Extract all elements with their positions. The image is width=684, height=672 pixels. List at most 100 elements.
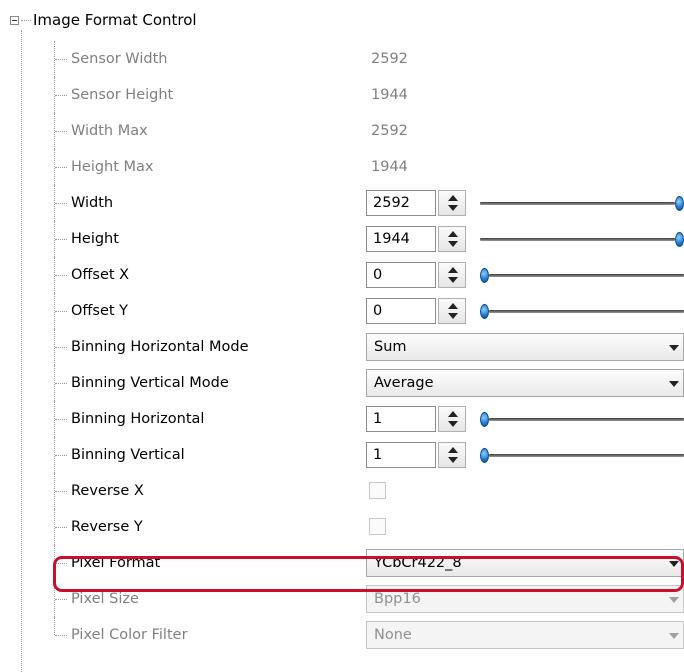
chevron-down-icon[interactable] <box>669 561 679 567</box>
dropdown-value: YCbCr422_8 <box>374 555 462 571</box>
pixel-color-filter-dropdown[interactable]: None <box>366 621 684 649</box>
spinner-buttons[interactable] <box>438 442 466 468</box>
spin-down-icon[interactable] <box>448 457 458 463</box>
spin-up-icon[interactable] <box>448 411 458 417</box>
chevron-down-icon[interactable] <box>669 597 679 603</box>
property-label: Reverse X <box>71 483 144 499</box>
spinner-buttons[interactable] <box>438 190 466 216</box>
property-value: 1944 <box>371 87 408 103</box>
slider-track[interactable] <box>489 418 684 421</box>
minus-box-icon[interactable] <box>10 15 19 25</box>
tree-connector <box>55 383 67 384</box>
tree-connector <box>55 239 67 240</box>
property-value: 2592 <box>371 51 408 67</box>
slider-track[interactable] <box>489 274 684 277</box>
spinner-buttons[interactable] <box>438 406 466 432</box>
spin-down-icon[interactable] <box>448 421 458 427</box>
property-label: Pixel Format <box>71 555 161 571</box>
property-label: Sensor Width <box>71 51 168 67</box>
property-label: Reverse Y <box>71 519 143 535</box>
spin-up-icon[interactable] <box>448 303 458 309</box>
property-row-height[interactable]: Height 1944 <box>0 221 684 257</box>
property-label: Pixel Size <box>71 591 139 607</box>
binning-vertical-input[interactable]: 1 <box>366 442 436 468</box>
spin-down-icon[interactable] <box>448 205 458 211</box>
property-label: Sensor Height <box>71 87 174 103</box>
spinner-buttons[interactable] <box>438 262 466 288</box>
spin-down-icon[interactable] <box>448 241 458 247</box>
slider-knob[interactable] <box>480 412 489 427</box>
property-row-binning-vertical-mode[interactable]: Binning Vertical Mode Average <box>0 365 684 401</box>
reverse-x-checkbox[interactable] <box>369 482 386 499</box>
tree-connector <box>55 599 67 600</box>
property-row-pixel-size[interactable]: Pixel Size Bpp16 <box>0 581 684 617</box>
slider-track[interactable] <box>480 238 675 241</box>
property-label: Width <box>71 195 114 211</box>
property-row-sensor-height[interactable]: Sensor Height 1944 <box>0 77 684 113</box>
tree-connector <box>55 203 67 204</box>
dropdown-value: Sum <box>374 339 407 355</box>
slider-knob[interactable] <box>480 448 489 463</box>
width-input[interactable]: 2592 <box>366 190 436 216</box>
property-label: Width Max <box>71 123 148 139</box>
height-input[interactable]: 1944 <box>366 226 436 252</box>
slider-knob[interactable] <box>675 196 684 211</box>
property-value: 1944 <box>371 159 408 175</box>
tree-node-image-format-control[interactable]: Image Format Control <box>10 6 197 34</box>
chevron-down-icon[interactable] <box>669 633 679 639</box>
slider-knob[interactable] <box>480 304 489 319</box>
slider-track[interactable] <box>489 454 684 457</box>
property-label: Height <box>71 231 119 247</box>
offset-x-input[interactable]: 0 <box>366 262 436 288</box>
property-row-reverse-y[interactable]: Reverse Y <box>0 509 684 545</box>
property-label: Pixel Color Filter <box>71 627 188 643</box>
binning-horizontal-input[interactable]: 1 <box>366 406 436 432</box>
spin-up-icon[interactable] <box>448 267 458 273</box>
chevron-down-icon[interactable] <box>669 381 679 387</box>
tree-node-label: Image Format Control <box>33 11 197 29</box>
tree-connector <box>55 455 67 456</box>
tree-connector <box>55 275 67 276</box>
spin-up-icon[interactable] <box>448 231 458 237</box>
slider-knob[interactable] <box>480 268 489 283</box>
tree-connector <box>55 563 67 564</box>
property-row-offset-x[interactable]: Offset X 0 <box>0 257 684 293</box>
pixel-size-dropdown[interactable]: Bpp16 <box>366 585 684 613</box>
spin-up-icon[interactable] <box>448 447 458 453</box>
property-label: Height Max <box>71 159 154 175</box>
property-row-offset-y[interactable]: Offset Y 0 <box>0 293 684 329</box>
property-row-binning-horizontal[interactable]: Binning Horizontal 1 <box>0 401 684 437</box>
slider-knob[interactable] <box>675 232 684 247</box>
reverse-y-checkbox[interactable] <box>369 518 386 535</box>
tree-connector <box>55 95 67 96</box>
tree-connector <box>55 167 67 168</box>
property-label: Binning Horizontal <box>71 411 205 427</box>
binning-vertical-mode-dropdown[interactable]: Average <box>366 369 684 397</box>
binning-horizontal-mode-dropdown[interactable]: Sum <box>366 333 684 361</box>
spin-up-icon[interactable] <box>448 195 458 201</box>
property-row-pixel-format[interactable]: Pixel Format YCbCr422_8 <box>0 545 684 581</box>
spin-down-icon[interactable] <box>448 277 458 283</box>
property-label: Binning Horizontal Mode <box>71 339 249 355</box>
property-label: Binning Vertical Mode <box>71 375 229 391</box>
dropdown-value: None <box>374 627 412 643</box>
spinner-buttons[interactable] <box>438 226 466 252</box>
property-row-width[interactable]: Width 2592 <box>0 185 684 221</box>
tree-connector <box>55 419 67 420</box>
tree-connector <box>54 617 55 635</box>
chevron-down-icon[interactable] <box>669 345 679 351</box>
property-row-width-max[interactable]: Width Max 2592 <box>0 113 684 149</box>
property-row-sensor-width[interactable]: Sensor Width 2592 <box>0 41 684 77</box>
property-value: 2592 <box>371 123 408 139</box>
property-row-binning-vertical[interactable]: Binning Vertical 1 <box>0 437 684 473</box>
property-row-height-max[interactable]: Height Max 1944 <box>0 149 684 185</box>
offset-y-input[interactable]: 0 <box>366 298 436 324</box>
spinner-buttons[interactable] <box>438 298 466 324</box>
pixel-format-dropdown[interactable]: YCbCr422_8 <box>366 549 684 577</box>
spin-down-icon[interactable] <box>448 313 458 319</box>
slider-track[interactable] <box>489 310 684 313</box>
property-row-reverse-x[interactable]: Reverse X <box>0 473 684 509</box>
property-row-binning-horizontal-mode[interactable]: Binning Horizontal Mode Sum <box>0 329 684 365</box>
property-row-pixel-color-filter[interactable]: Pixel Color Filter None <box>0 617 684 653</box>
slider-track[interactable] <box>480 202 675 205</box>
